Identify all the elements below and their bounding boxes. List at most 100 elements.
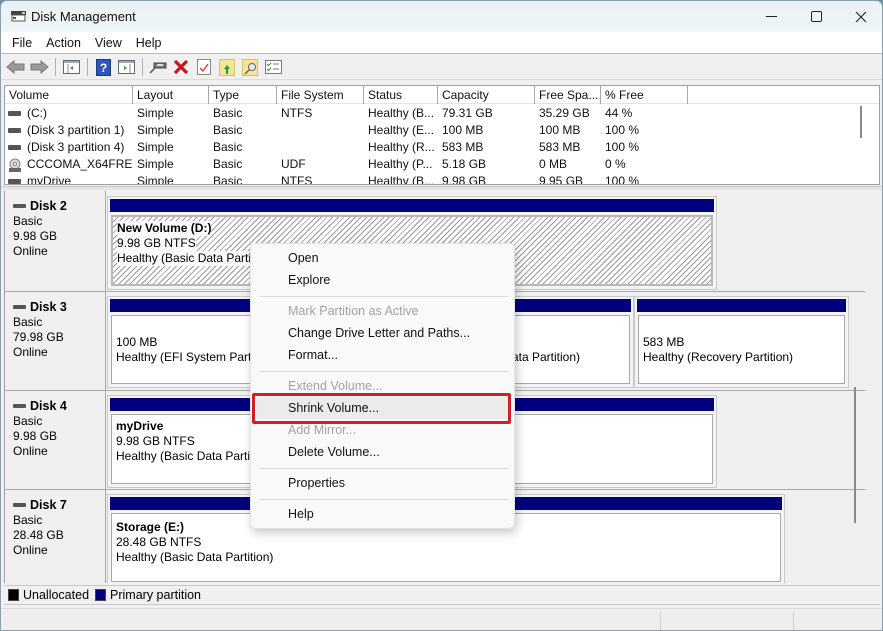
menu-item-help[interactable]: Help bbox=[251, 503, 514, 525]
partition-size-fs: 583 MB bbox=[643, 335, 685, 349]
disk-type: Basic bbox=[13, 315, 43, 329]
volume-file-system: NTFS bbox=[281, 174, 313, 185]
disk-icon bbox=[13, 404, 26, 408]
legend-label-primary-partition: Primary partition bbox=[110, 588, 202, 602]
partition-efi-system[interactable]: 100 MB Healthy (EFI System Partition) bbox=[107, 296, 277, 388]
minimize-icon bbox=[765, 16, 777, 17]
folder-up-button[interactable] bbox=[216, 57, 238, 77]
menu-item-properties[interactable]: Properties bbox=[251, 472, 514, 494]
volume-free-space: 100 MB bbox=[539, 123, 581, 137]
volume-row[interactable]: myDrive Simple Basic NTFS Healthy (B... … bbox=[5, 173, 879, 185]
properties-button[interactable] bbox=[193, 57, 215, 77]
volume-percent-free: 0 % bbox=[605, 157, 626, 171]
volume-name: (C:) bbox=[27, 106, 47, 120]
connect-disk-button[interactable] bbox=[147, 57, 169, 77]
toolbar-separator bbox=[55, 58, 56, 76]
maximize-button[interactable] bbox=[793, 1, 839, 32]
menu-item-change-drive-letter[interactable]: Change Drive Letter and Paths... bbox=[251, 322, 514, 344]
column-header-file-system[interactable]: File System bbox=[277, 86, 364, 104]
disk-map-scrollbar[interactable] bbox=[854, 387, 856, 523]
menu-item-delete-volume[interactable]: Delete Volume... bbox=[251, 441, 514, 463]
status-bar-divider bbox=[793, 611, 794, 630]
pane-splitter[interactable] bbox=[1, 186, 882, 190]
partition-size-fs: 9.98 GB NTFS bbox=[117, 236, 196, 251]
disk-management-app-icon bbox=[11, 11, 26, 22]
disk-name: Disk 7 bbox=[30, 498, 67, 512]
menu-view[interactable]: View bbox=[88, 36, 129, 50]
volume-status: Healthy (B... bbox=[368, 106, 435, 120]
volume-layout: Simple bbox=[137, 157, 174, 171]
volume-file-system: NTFS bbox=[281, 106, 313, 120]
volume-capacity: 79.31 GB bbox=[442, 106, 493, 120]
menu-item-explore[interactable]: Explore bbox=[251, 269, 514, 291]
close-icon bbox=[855, 11, 867, 22]
show-hide-console-tree-icon bbox=[62, 60, 80, 74]
title-bar: Disk Management bbox=[1, 1, 882, 32]
maximize-icon bbox=[810, 11, 822, 22]
volume-name: (Disk 3 partition 1) bbox=[27, 123, 125, 137]
show-hide-action-pane-icon bbox=[117, 60, 135, 74]
volume-percent-free: 100 % bbox=[605, 140, 640, 154]
menu-item-extend-volume: Extend Volume... bbox=[288, 379, 383, 393]
folder-search-icon bbox=[242, 58, 258, 76]
show-hide-action-pane-button[interactable] bbox=[115, 57, 137, 77]
minimize-button[interactable] bbox=[748, 1, 794, 32]
volume-capacity: 9.98 GB bbox=[442, 174, 487, 185]
checklist-button[interactable] bbox=[262, 57, 284, 77]
volume-free-space: 9.95 GB bbox=[539, 174, 584, 185]
help-button[interactable]: ? bbox=[92, 57, 114, 77]
folder-up-icon bbox=[219, 58, 235, 76]
volume-row[interactable]: CCCOMA_X64FRE... Simple Basic UDF Health… bbox=[5, 156, 879, 173]
legend-swatch-unallocated bbox=[8, 589, 19, 601]
disk-label[interactable]: Disk 3 Basic 79.98 GB Online bbox=[5, 292, 106, 390]
menu-file[interactable]: File bbox=[5, 36, 39, 50]
menu-item-add-mirror: Add Mirror... bbox=[288, 423, 357, 437]
column-header-percent-free[interactable]: % Free bbox=[601, 86, 688, 104]
disk-label[interactable]: Disk 7 Basic 28.48 GB Online bbox=[5, 490, 106, 583]
close-button[interactable] bbox=[838, 1, 882, 32]
connect-disk-icon bbox=[149, 62, 167, 74]
menu-item-shrink-volume[interactable]: Shrink Volume... bbox=[256, 397, 510, 419]
menu-action[interactable]: Action bbox=[39, 36, 88, 50]
volume-list: Volume Layout Type File System Status Ca… bbox=[4, 85, 880, 185]
column-header-free-space[interactable]: Free Spa... bbox=[535, 86, 601, 104]
volume-type: Basic bbox=[213, 123, 243, 137]
partition-size-fs: 28.48 GB NTFS bbox=[116, 535, 202, 549]
legend-label-unallocated: Unallocated bbox=[23, 588, 90, 602]
help-icon: ? bbox=[95, 58, 111, 76]
forward-button[interactable] bbox=[28, 57, 50, 77]
back-button[interactable] bbox=[5, 57, 27, 77]
disk-label[interactable]: Disk 4 Basic 9.98 GB Online bbox=[5, 391, 106, 489]
disk-label[interactable]: Disk 2 Basic 9.98 GB Online bbox=[5, 191, 106, 291]
disk-state: Online bbox=[13, 244, 48, 258]
volume-row[interactable]: (Disk 3 partition 4) Simple Basic Health… bbox=[5, 139, 879, 156]
volume-row[interactable]: (C:) Simple Basic NTFS Healthy (B... 79.… bbox=[5, 105, 879, 122]
disk-management-window: Disk Management File Action View Help ? bbox=[0, 0, 883, 631]
menu-item-format[interactable]: Format... bbox=[251, 344, 514, 366]
status-bar bbox=[1, 608, 882, 630]
delete-button[interactable] bbox=[170, 57, 192, 77]
folder-search-button[interactable] bbox=[239, 57, 261, 77]
drive-icon bbox=[8, 179, 21, 184]
menu-help[interactable]: Help bbox=[129, 36, 169, 50]
menu-item-open[interactable]: Open bbox=[251, 247, 514, 269]
disk-icon bbox=[13, 204, 26, 208]
column-header-volume[interactable]: Volume bbox=[5, 86, 133, 104]
disk-size: 9.98 GB bbox=[13, 429, 58, 443]
column-header-layout[interactable]: Layout bbox=[133, 86, 209, 104]
menu-separator bbox=[260, 296, 508, 297]
volume-row[interactable]: (Disk 3 partition 1) Simple Basic Health… bbox=[5, 122, 879, 139]
menu-separator bbox=[260, 468, 508, 469]
volume-status: Healthy (B... bbox=[368, 174, 435, 185]
partition-recovery[interactable]: 583 MB Healthy (Recovery Partition) bbox=[634, 296, 849, 388]
disk-size: 28.48 GB bbox=[13, 528, 64, 542]
volume-list-scrollbar[interactable] bbox=[860, 106, 862, 138]
column-header-capacity[interactable]: Capacity bbox=[438, 86, 535, 104]
volume-list-header: Volume Layout Type File System Status Ca… bbox=[5, 86, 879, 104]
volume-name: (Disk 3 partition 4) bbox=[27, 140, 125, 154]
show-hide-console-tree-button[interactable] bbox=[60, 57, 82, 77]
drive-icon bbox=[8, 128, 21, 133]
primary-partition-bar bbox=[110, 199, 714, 212]
column-header-type[interactable]: Type bbox=[209, 86, 277, 104]
column-header-status[interactable]: Status bbox=[364, 86, 438, 104]
